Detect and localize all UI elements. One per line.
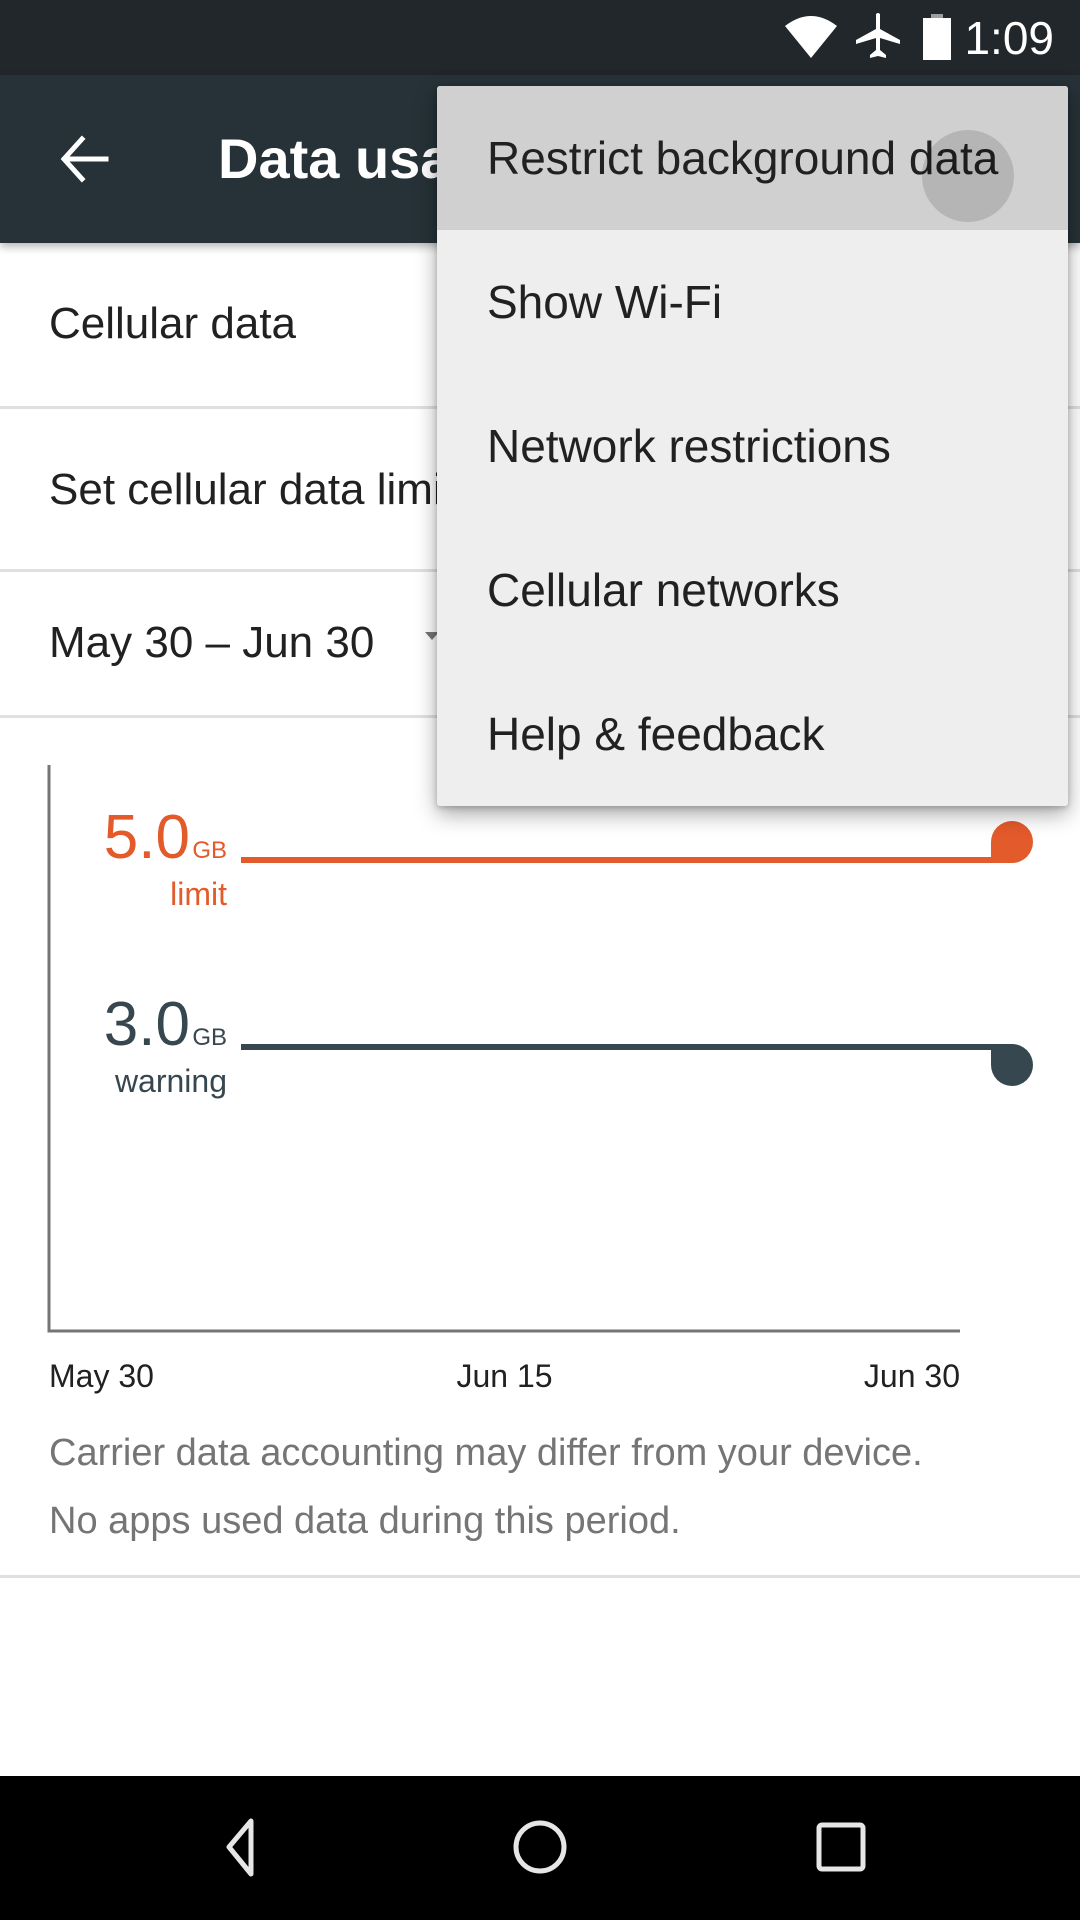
limit-unit: GB xyxy=(192,837,227,864)
set-data-limit-label: Set cellular data limit xyxy=(49,465,455,514)
x-tick-label: Jun 15 xyxy=(456,1358,552,1394)
no-apps-note: No apps used data during this period. xyxy=(49,1500,681,1542)
menu-item-label: Help & feedback xyxy=(487,708,825,760)
airplane-mode-icon xyxy=(856,13,900,58)
carrier-accounting-note: Carrier data accounting may differ from … xyxy=(49,1432,923,1474)
overflow-menu: Restrict background data Show Wi-Fi Netw… xyxy=(437,86,1068,806)
menu-item-label: Show Wi-Fi xyxy=(487,276,723,328)
recents-square-icon xyxy=(816,1822,866,1872)
nav-home-button[interactable] xyxy=(490,1798,590,1898)
battery-icon xyxy=(923,14,951,60)
wifi-icon xyxy=(785,16,837,58)
warning-value: 3.0 xyxy=(104,990,190,1059)
menu-item-label: Network restrictions xyxy=(487,420,891,472)
menu-item-restrict-background-data[interactable]: Restrict background data xyxy=(437,86,1068,230)
warning-label: warning xyxy=(114,1063,227,1099)
menu-item-help-feedback[interactable]: Help & feedback xyxy=(437,662,1068,806)
back-button[interactable] xyxy=(44,117,128,201)
chart-canvas: May 30 Jun 15 Jun 305.0 GBlimit3.0 GBwarning xyxy=(47,765,1033,1394)
x-tick-label: Jun 30 xyxy=(864,1358,960,1394)
menu-item-network-restrictions[interactable]: Network restrictions xyxy=(437,374,1068,518)
back-triangle-icon xyxy=(226,1818,254,1877)
navigation-bar xyxy=(0,1776,1080,1920)
warning-unit: GB xyxy=(192,1024,227,1051)
data-usage-chart: May 30 Jun 15 Jun 30 5.0 GB limit 3.0 GB warning xyxy=(0,718,1080,1418)
home-circle-icon xyxy=(513,1820,567,1874)
limit-handle[interactable] xyxy=(991,821,1033,863)
status-time: 1:09 xyxy=(964,12,1054,64)
arrow-left-icon xyxy=(60,135,109,183)
limit-label: limit xyxy=(170,876,227,912)
status-bar: 1:09 xyxy=(0,0,1080,75)
billing-cycle-label: May 30 – Jun 30 xyxy=(49,618,375,667)
menu-item-cellular-networks[interactable]: Cellular networks xyxy=(437,518,1068,662)
touch-ripple xyxy=(922,130,1014,222)
warning-handle[interactable] xyxy=(991,1044,1033,1086)
nav-back-button[interactable] xyxy=(190,1798,290,1898)
divider xyxy=(0,1575,1080,1578)
limit-value: 5.0 xyxy=(104,803,190,872)
menu-item-label: Cellular networks xyxy=(487,564,840,616)
nav-recents-button[interactable] xyxy=(790,1798,890,1898)
cellular-data-label: Cellular data xyxy=(49,299,297,348)
x-tick-label: May 30 xyxy=(49,1358,154,1394)
menu-item-show-wifi[interactable]: Show Wi-Fi xyxy=(437,230,1068,374)
